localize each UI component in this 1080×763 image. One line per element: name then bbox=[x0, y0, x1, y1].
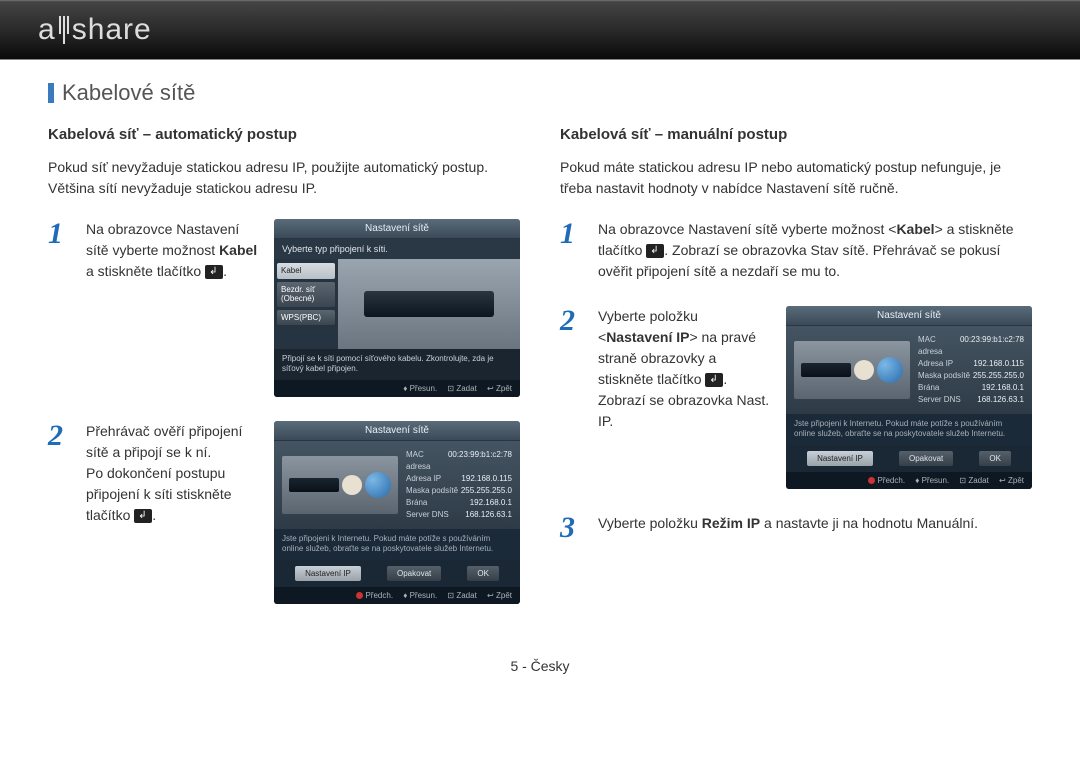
step-text: Vyberte položku <Nastavení IP> na pravé … bbox=[598, 306, 772, 489]
right-step-1: 1 Na obrazovce Nastavení sítě vyberte mo… bbox=[560, 219, 1032, 282]
header-bar: a share bbox=[0, 0, 1080, 60]
tv-button-retry: Opakovat bbox=[387, 566, 441, 581]
tv-button-ip: Nastavení IP bbox=[295, 566, 361, 581]
step-text: Na obrazovce Nastavení sítě vyberte možn… bbox=[86, 219, 260, 397]
tv-message: Jste připojeni k Internetu. Pokud máte p… bbox=[274, 529, 520, 560]
enter-icon bbox=[705, 373, 723, 387]
player-graphic bbox=[801, 363, 851, 377]
enter-icon bbox=[134, 509, 152, 523]
allshare-logo: a share bbox=[38, 13, 152, 47]
right-column: Kabelová síť – manuální postup Pokud mát… bbox=[560, 126, 1032, 628]
section-title: Kabelové sítě bbox=[48, 80, 1032, 106]
tv-option-wireless: Bezdr. síť (Obecné) bbox=[277, 282, 335, 307]
tv-footer: ♦ Přesun. ⊡ Zadat ↩ Zpět bbox=[274, 380, 520, 397]
tv-footer: Předch. ♦ Přesun. ⊡ Zadat ↩ Zpět bbox=[786, 472, 1032, 489]
tv-button-ip: Nastavení IP bbox=[807, 451, 873, 466]
step-number: 2 bbox=[560, 306, 584, 489]
tv-screenshot-2: Nastavení sítě MAC adresa00:23:99:b1:c2:… bbox=[274, 421, 520, 604]
tv-hint: Připojí se k síti pomocí síťového kabelu… bbox=[274, 349, 520, 380]
tv-screenshot-3: Nastavení sítě MAC adresa00:23:99:b1:c2:… bbox=[786, 306, 1032, 489]
tv-info-table: MAC adresa00:23:99:b1:c2:78 Adresa IP192… bbox=[918, 334, 1024, 406]
step-text: Na obrazovce Nastavení sítě vyberte možn… bbox=[598, 219, 1032, 282]
right-step-3: 3 Vyberte položku Režim IP a nastavte ji… bbox=[560, 513, 1032, 543]
page-number: 5 - Česky bbox=[48, 658, 1032, 694]
globe-graphic bbox=[365, 472, 391, 498]
right-subheading: Kabelová síť – manuální postup bbox=[560, 126, 1032, 143]
step-number: 3 bbox=[560, 513, 584, 543]
left-step-2: 2 Přehrávač ověří připojení sítě a připo… bbox=[48, 421, 520, 604]
tv-subtitle: Vyberte typ připojení k síti. bbox=[274, 239, 520, 259]
page-content: Kabelové sítě Kabelová síť – automatický… bbox=[0, 60, 1080, 694]
right-step-2: 2 Vyberte položku <Nastavení IP> na prav… bbox=[560, 306, 1032, 489]
tv-info-table: MAC adresa00:23:99:b1:c2:78 Adresa IP192… bbox=[406, 449, 512, 521]
globe-graphic bbox=[877, 357, 903, 383]
step-text: Vyberte položku Režim IP a nastavte ji n… bbox=[598, 513, 978, 543]
step-number: 2 bbox=[48, 421, 72, 604]
left-subheading: Kabelová síť – automatický postup bbox=[48, 126, 520, 143]
tv-screenshot-1: Nastavení sítě Vyberte typ připojení k s… bbox=[274, 219, 520, 397]
left-intro: Pokud síť nevyžaduje statickou adresu IP… bbox=[48, 157, 520, 199]
disc-graphic bbox=[342, 475, 362, 495]
enter-icon bbox=[205, 265, 223, 279]
step-text: Přehrávač ověří připojení sítě a připojí… bbox=[86, 421, 260, 604]
left-column: Kabelová síť – automatický postup Pokud … bbox=[48, 126, 520, 628]
right-intro: Pokud máte statickou adresu IP nebo auto… bbox=[560, 157, 1032, 199]
tv-title: Nastavení sítě bbox=[274, 219, 520, 239]
tv-button-retry: Opakovat bbox=[899, 451, 953, 466]
step-number: 1 bbox=[560, 219, 584, 282]
disc-graphic bbox=[854, 360, 874, 380]
tv-option-wps: WPS(PBC) bbox=[277, 310, 335, 326]
tv-title: Nastavení sítě bbox=[274, 421, 520, 441]
step-number: 1 bbox=[48, 219, 72, 397]
tv-message: Jste připojeni k Internetu. Pokud máte p… bbox=[786, 414, 1032, 445]
title-accent-bar bbox=[48, 83, 54, 103]
tv-button-ok: OK bbox=[979, 451, 1011, 466]
tv-option-kabel: Kabel bbox=[277, 263, 335, 279]
device-graphic bbox=[364, 291, 494, 317]
left-step-1: 1 Na obrazovce Nastavení sítě vyberte mo… bbox=[48, 219, 520, 397]
player-graphic bbox=[289, 478, 339, 492]
enter-icon bbox=[646, 244, 664, 258]
tv-button-ok: OK bbox=[467, 566, 499, 581]
tv-title: Nastavení sítě bbox=[786, 306, 1032, 326]
tv-footer: Předch. ♦ Přesun. ⊡ Zadat ↩ Zpět bbox=[274, 587, 520, 604]
